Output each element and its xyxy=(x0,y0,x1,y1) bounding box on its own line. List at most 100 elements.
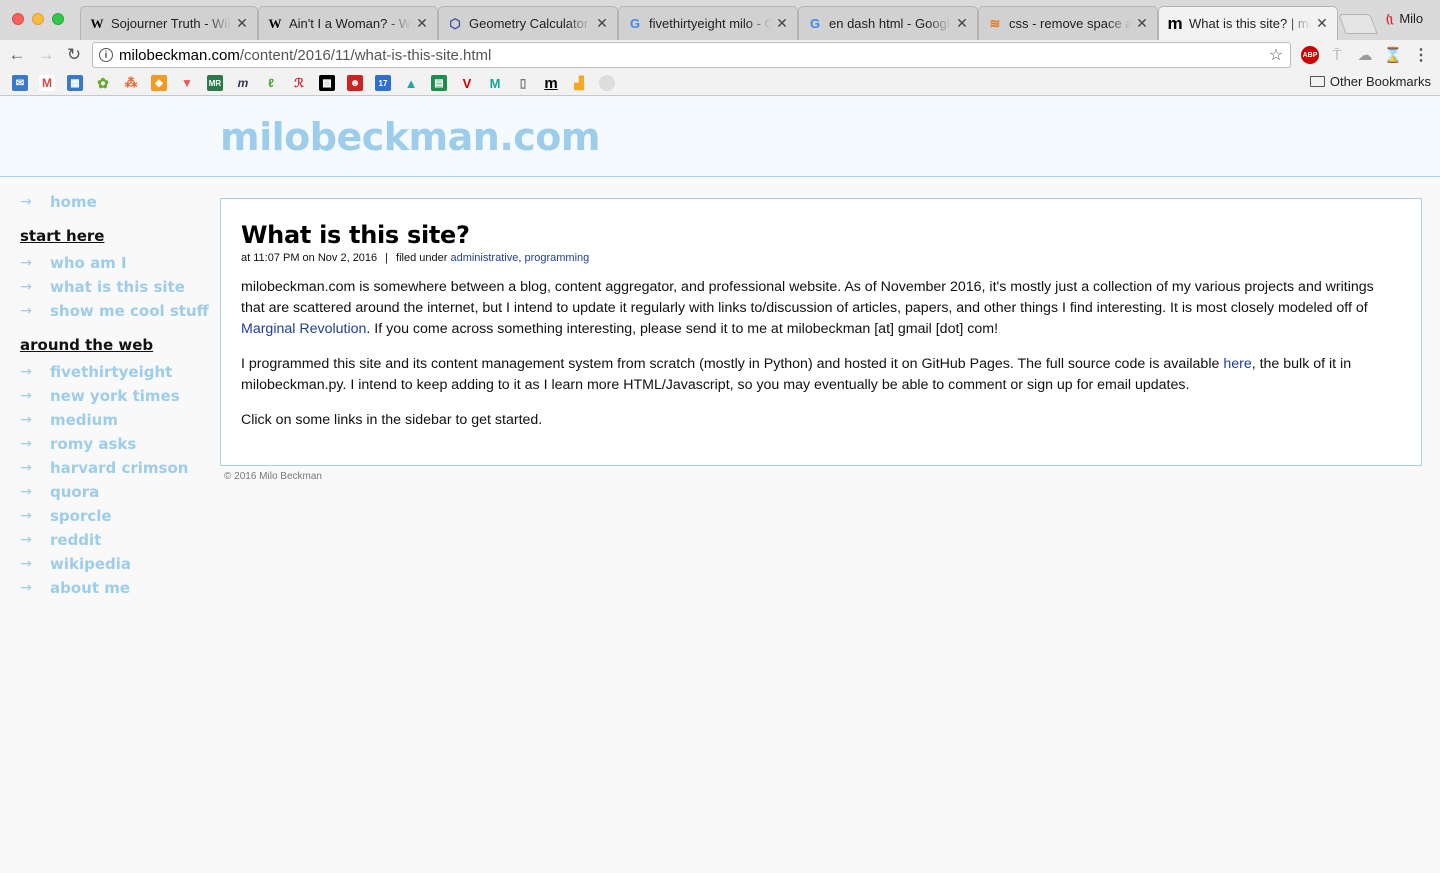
hourglass-extension-icon[interactable]: ⌛ xyxy=(1384,46,1403,64)
bookmark-r-icon[interactable]: ℛ xyxy=(291,75,307,91)
post-body: milobeckman.com is somewhere between a b… xyxy=(241,277,1391,445)
tab-fivethirtyeight-search[interactable]: G fivethirtyeight milo - G ✕ xyxy=(618,6,798,40)
sidebar-item-sporcle[interactable]: → sporcle xyxy=(20,504,210,528)
bookmark-sheets-grid-icon[interactable]: ▦ xyxy=(67,75,83,91)
sidebar-item-reddit[interactable]: → reddit xyxy=(20,528,210,552)
sidebar-item-show-me-cool-stuff[interactable]: → show me cool stuff xyxy=(20,299,210,323)
sidebar-item-medium[interactable]: → medium xyxy=(20,408,210,432)
other-bookmarks-button[interactable]: Other Bookmarks xyxy=(1309,74,1431,89)
bookmark-mask-icon[interactable]: ☻ xyxy=(347,75,363,91)
tab-close-icon[interactable]: ✕ xyxy=(595,15,609,32)
tab-what-is-this-site[interactable]: m What is this site? | mil ✕ xyxy=(1158,6,1338,40)
bookmark-gmail-icon[interactable]: M xyxy=(39,75,55,91)
url-text[interactable]: milobeckman.com/content/2016/11/what-is-… xyxy=(119,47,1266,64)
wikipedia-favicon-icon: W xyxy=(268,15,282,31)
tab-title: Geometry Calculator xyxy=(469,16,589,31)
bookmark-drive-icon[interactable]: ▲ xyxy=(403,75,419,91)
paragraph-1: milobeckman.com is somewhere between a b… xyxy=(241,279,1374,337)
tab-bar: W Sojourner Truth - Wik ✕ W Ain't I a Wo… xyxy=(0,0,1440,40)
bookmark-circle-icon[interactable] xyxy=(599,75,615,91)
tab-close-icon[interactable]: ✕ xyxy=(1315,15,1329,32)
bookmark-fire-icon[interactable]: ◆ xyxy=(151,75,167,91)
medium-favicon-icon: m xyxy=(1167,13,1183,33)
bookmark-funnel-icon[interactable]: ▼ xyxy=(179,75,195,91)
tab-title: en dash html - Google xyxy=(829,16,951,31)
site-title[interactable]: milobeckman.com xyxy=(220,115,600,159)
tab-geometry-calculator[interactable]: ⬡ Geometry Calculator ✕ xyxy=(438,6,618,40)
extension-pin-icon[interactable]: ⍑ xyxy=(1328,46,1346,64)
arrow-icon: → xyxy=(20,255,32,271)
tab-aint-i-a-woman[interactable]: W Ain't I a Woman? - Wi ✕ xyxy=(258,6,438,40)
tab-css-remove-space[interactable]: ≋ css - remove space ar ✕ xyxy=(978,6,1158,40)
bookmarks-bar: ✉ M ▦ ✿ ⁂ ◆ ▼ MR m ℓ ℛ ▩ ☻ 17 ▲ ▤ V M ▯ … xyxy=(0,70,1440,96)
browser-menu-icon[interactable]: ⋮ xyxy=(1412,46,1430,64)
arrow-icon: → xyxy=(20,388,32,404)
profile-button[interactable]: (ʅ Milo xyxy=(1386,11,1423,26)
arrow-icon: → xyxy=(20,556,32,572)
arrow-icon: → xyxy=(20,194,32,210)
sidebar-item-quora[interactable]: → quora xyxy=(20,480,210,504)
sidebar-item-what-is-this-site[interactable]: → what is this site xyxy=(20,275,210,299)
folder-icon xyxy=(1309,76,1325,87)
tag-programming-link[interactable]: programming xyxy=(524,252,589,264)
bookmark-m-icon[interactable]: m xyxy=(235,75,251,91)
sidebar-heading-start-here: start here xyxy=(20,227,105,245)
tab-close-icon[interactable]: ✕ xyxy=(775,15,789,32)
bookmark-inbox-icon[interactable]: ✉ xyxy=(12,75,28,91)
bookmark-qr-icon[interactable]: ▩ xyxy=(319,75,335,91)
site-info-icon[interactable]: i xyxy=(99,48,113,62)
tab-en-dash-search[interactable]: G en dash html - Google ✕ xyxy=(798,6,978,40)
tab-sojourner-truth[interactable]: W Sojourner Truth - Wik ✕ xyxy=(80,6,258,40)
bookmark-calendar-icon[interactable]: 17 xyxy=(375,75,391,91)
bookmark-page-icon[interactable]: ▯ xyxy=(515,75,531,91)
copyright-footer: © 2016 Milo Beckman xyxy=(224,471,322,482)
tag-administrative-link[interactable]: administrative xyxy=(450,252,518,264)
sidebar: → home start here → who am I → what is thi… xyxy=(20,190,210,600)
new-tab-button[interactable] xyxy=(1338,14,1378,34)
tab-close-icon[interactable]: ✕ xyxy=(1135,15,1149,32)
paragraph-2: I programmed this site and its content m… xyxy=(241,356,1352,393)
bookmark-mr-icon[interactable]: MR xyxy=(207,75,223,91)
post-meta: at 11:07 PM on Nov 2, 2016 | filed under a… xyxy=(241,252,590,264)
adblock-plus-icon[interactable]: ABP xyxy=(1301,46,1319,64)
close-window-button[interactable] xyxy=(12,13,24,25)
bookmark-analytics-icon[interactable]: ▟ xyxy=(571,75,587,91)
tab-close-icon[interactable]: ✕ xyxy=(415,15,429,32)
sidebar-item-about-me[interactable]: → about me xyxy=(20,576,210,600)
arrow-icon: → xyxy=(20,412,32,428)
marginal-revolution-link[interactable]: Marginal Revolution xyxy=(241,321,366,337)
sidebar-item-harvard-crimson[interactable]: → harvard crimson xyxy=(20,456,210,480)
address-bar[interactable]: i milobeckman.com/content/2016/11/what-i… xyxy=(92,42,1291,68)
sidebar-item-who-am-i[interactable]: → who am I xyxy=(20,251,210,275)
bookmark-medium-m-icon[interactable]: M xyxy=(487,75,503,91)
filed-under-label: filed under xyxy=(396,252,448,264)
minimize-window-button[interactable] xyxy=(32,13,44,25)
post-date: at 11:07 PM on Nov 2, 2016 xyxy=(241,252,378,264)
tab-close-icon[interactable]: ✕ xyxy=(235,15,249,32)
tab-close-icon[interactable]: ✕ xyxy=(955,15,969,32)
forward-arrow-icon[interactable]: → xyxy=(36,45,56,65)
bookmark-leaf-icon[interactable]: ℓ xyxy=(263,75,279,91)
sidebar-item-romy-asks[interactable]: → romy asks xyxy=(20,432,210,456)
meta-separator: | xyxy=(385,252,389,264)
arrow-icon: → xyxy=(20,436,32,452)
wikipedia-favicon-icon: W xyxy=(90,15,104,31)
bookmark-milo-m-icon[interactable]: m xyxy=(543,75,559,92)
zoom-window-button[interactable] xyxy=(52,13,64,25)
reload-icon[interactable]: ↻ xyxy=(64,45,84,65)
back-arrow-icon[interactable]: ← xyxy=(7,45,27,65)
bookmark-spreadsheet-icon[interactable]: ▤ xyxy=(431,75,447,91)
bookmark-v-icon[interactable]: V xyxy=(459,75,475,91)
profile-icon: (ʅ xyxy=(1386,12,1394,25)
sidebar-item-wikipedia[interactable]: → wikipedia xyxy=(20,552,210,576)
sidebar-item-home[interactable]: → home xyxy=(20,190,210,214)
arrow-icon: → xyxy=(20,484,32,500)
source-code-link[interactable]: here xyxy=(1223,356,1251,372)
bookmark-star-icon[interactable]: ☆ xyxy=(1266,45,1286,65)
bookmark-dots-icon[interactable]: ⁂ xyxy=(123,75,139,91)
sidebar-item-new-york-times[interactable]: → new york times xyxy=(20,384,210,408)
sidebar-item-fivethirtyeight[interactable]: → fivethirtyeight xyxy=(20,360,210,384)
bookmark-android-icon[interactable]: ✿ xyxy=(95,75,111,91)
cloud-extension-icon[interactable]: ☁ xyxy=(1356,46,1374,64)
arrow-icon: → xyxy=(20,532,32,548)
